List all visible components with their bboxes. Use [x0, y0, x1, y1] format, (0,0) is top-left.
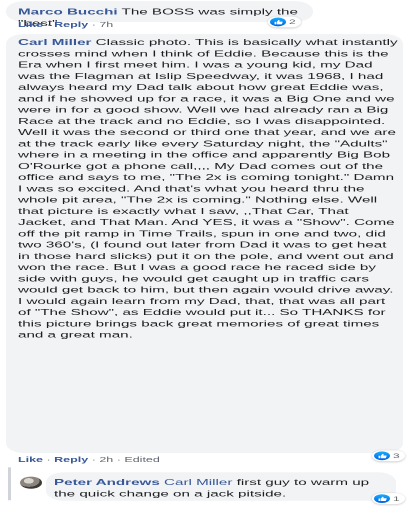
reply-mention[interactable]: Carl Miller [164, 478, 232, 487]
like-link[interactable]: Like [18, 21, 43, 29]
comment-author[interactable]: Marco Bucchi [18, 7, 118, 16]
thumbs-up-icon [270, 17, 286, 27]
reaction-count: 3 [393, 451, 400, 460]
edited-label[interactable]: Edited [124, 456, 159, 464]
thumbs-up-icon [374, 451, 390, 461]
reaction-count: 2 [289, 18, 296, 26]
comment-bubble: Carl Miller Classic photo. This is basic… [6, 34, 403, 454]
reply-author[interactable]: Peter Andrews [54, 478, 160, 487]
comment-timestamp[interactable]: 7h [99, 21, 113, 29]
comment-actions: Like · Reply · 2h · Edited [18, 455, 160, 464]
reaction-count: 1 [393, 494, 400, 503]
comment-thread: Marco Bucchi The BOSS was simply the "be… [6, 0, 416, 510]
reaction-summary[interactable]: 3 [372, 450, 405, 462]
comment-author[interactable]: Carl Miller [18, 38, 91, 47]
reaction-summary[interactable]: 1 [372, 493, 405, 505]
reply-bubble: Peter Andrews Carl Miller first guy to w… [46, 472, 396, 501]
comment-text: Classic photo. This is basically what in… [18, 37, 398, 340]
comment-timestamp[interactable]: 2h [99, 456, 113, 464]
reply-thread-line [8, 467, 11, 501]
like-link[interactable]: Like [18, 456, 43, 464]
reaction-summary[interactable]: 2 [268, 16, 301, 28]
reply-link[interactable]: Reply [54, 21, 88, 29]
reply-link[interactable]: Reply [54, 456, 88, 464]
avatar[interactable] [20, 476, 42, 489]
thumbs-up-icon [374, 494, 390, 503]
comment-bubble: Marco Bucchi The BOSS was simply the "be… [6, 1, 313, 28]
comment-actions: Like · Reply · 7h [18, 20, 114, 29]
